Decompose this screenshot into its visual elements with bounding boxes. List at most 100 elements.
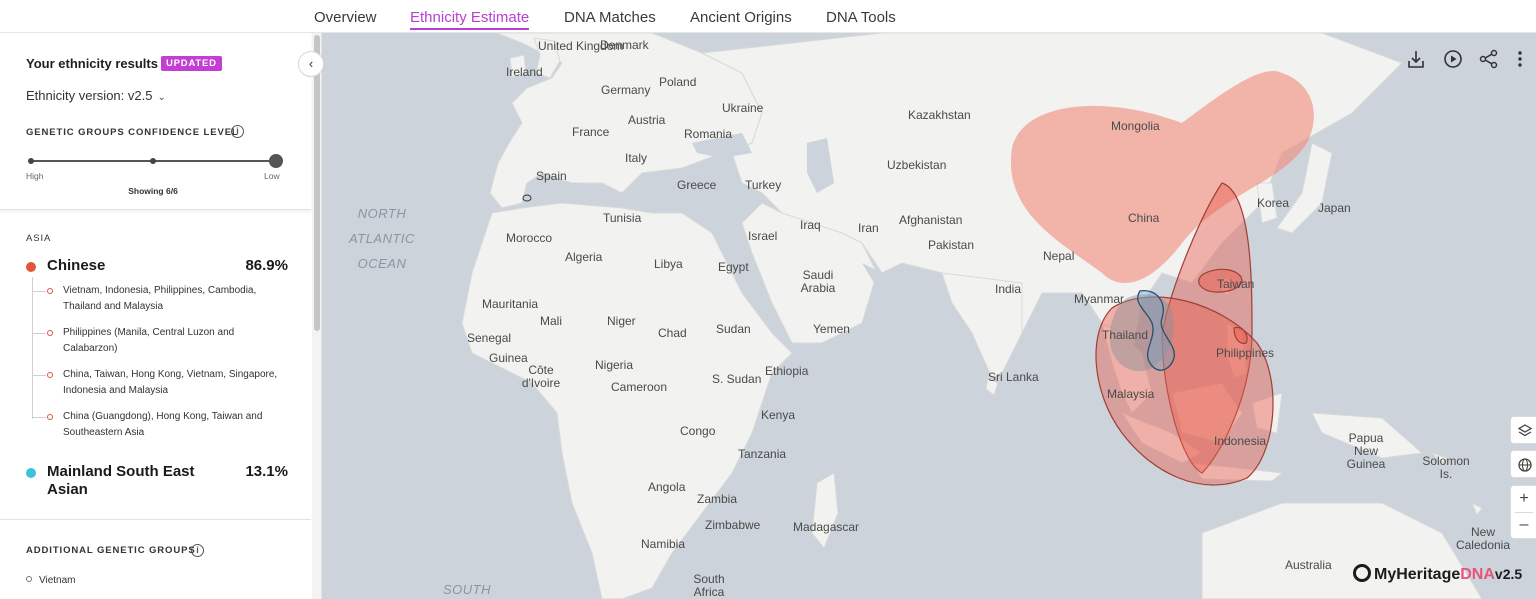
map-label-egypt: Egypt (718, 260, 749, 274)
info-icon[interactable]: i (191, 544, 204, 557)
map-label-philippines: Philippines (1216, 346, 1275, 360)
slider-stop-high[interactable] (28, 158, 34, 164)
map-label-greece: Greece (677, 178, 717, 192)
zoom-in-button[interactable]: + (1511, 486, 1536, 512)
collapse-sidebar-button[interactable]: ‹ (298, 51, 324, 77)
map-label-s-sudan: S. Sudan (712, 372, 762, 386)
subgroup-dot (47, 330, 53, 336)
map-label-ukraine: Ukraine (722, 101, 764, 115)
layers-button[interactable] (1510, 416, 1536, 444)
map-label-new-caledonia: New Caledonia (1455, 525, 1511, 552)
tab-ancient-origins[interactable]: Ancient Origins (690, 9, 792, 26)
map-label-cote-divoire: Côte d'Ivoire (521, 363, 561, 390)
share-button[interactable] (1477, 47, 1501, 71)
map-label-denmark: Denmark (600, 38, 649, 52)
ethnicity-group-chinese[interactable]: Chinese 86.9% (26, 257, 288, 277)
map-label-north-atlantic: NORTH ATLANTIC OCEAN (349, 206, 415, 271)
ethnicity-version-dropdown[interactable]: Ethnicity version: v2.5 ⌄ (26, 88, 166, 103)
map-label-cameroon: Cameroon (611, 380, 668, 394)
updated-badge: UPDATED (161, 56, 222, 71)
confidence-slider-handle[interactable] (269, 154, 283, 168)
confidence-level-title: GENETIC GROUPS CONFIDENCE LEVEL (26, 127, 239, 138)
myheritage-logo-icon (1353, 564, 1371, 582)
group-color-dot (26, 262, 36, 272)
madagascar-landmass (811, 472, 839, 549)
map-label-morocco: Morocco (506, 231, 553, 245)
tab-dna-matches[interactable]: DNA Matches (564, 9, 656, 26)
group-color-dot (26, 468, 36, 478)
tab-overview[interactable]: Overview (314, 9, 377, 26)
subgroup-item[interactable]: Vietnam, Indonesia, Philippines, Cambodi… (33, 283, 288, 317)
layers-icon (1517, 424, 1533, 437)
map-label-guinea: Guinea (489, 351, 528, 365)
map-label-france: France (572, 125, 610, 139)
map-label-china: China (1128, 211, 1160, 225)
subgroup-item[interactable]: Philippines (Manila, Central Luzon and C… (33, 325, 288, 359)
map-label-ethiopia: Ethiopia (765, 364, 809, 378)
globe-icon (1518, 458, 1532, 472)
showing-count: Showing 6/6 (128, 186, 178, 196)
map-label-tanzania: Tanzania (738, 447, 787, 461)
map-label-ireland: Ireland (506, 65, 543, 79)
map-label-israel: Israel (748, 229, 778, 243)
map-label-germany: Germany (601, 83, 651, 97)
group-percent: 13.1% (245, 463, 288, 480)
map-label-taiwan: Taiwan (1217, 277, 1255, 291)
map-label-turkey: Turkey (745, 178, 782, 192)
slider-low-label: Low (264, 171, 280, 181)
map-label-mongolia: Mongolia (1111, 119, 1160, 133)
australia-landmass (1201, 502, 1483, 599)
map-label-iraq: Iraq (800, 218, 821, 232)
map-label-pakistan: Pakistan (928, 238, 975, 252)
map-label-korea: Korea (1257, 196, 1290, 210)
slider-stop-medium[interactable] (150, 158, 156, 164)
info-icon[interactable]: i (231, 125, 244, 138)
map-label-madagascar: Madagascar (793, 520, 860, 534)
group-percent: 86.9% (245, 257, 288, 274)
zoom-controls: + – (1510, 485, 1536, 539)
map-label-uzbekistan: Uzbekistan (887, 158, 947, 172)
map-label-mauritania: Mauritania (482, 297, 539, 311)
top-nav: Overview Ethnicity Estimate DNA Matches … (0, 0, 1536, 33)
map-label-thailand: Thailand (1102, 328, 1149, 342)
zoom-out-button[interactable]: – (1511, 513, 1536, 539)
play-icon (1444, 50, 1462, 68)
map-label-yemen: Yemen (813, 322, 850, 336)
subgroup-dot (47, 288, 53, 294)
sidebar-scrollbar-thumb[interactable] (314, 35, 320, 331)
map-label-austria: Austria (628, 113, 666, 127)
map-label-south-ocean: SOUTH (443, 582, 491, 597)
download-button[interactable] (1404, 47, 1428, 71)
globe-view-button[interactable] (1510, 450, 1536, 478)
chevron-down-icon: ⌄ (157, 92, 166, 103)
map-label-nepal: Nepal (1043, 249, 1075, 263)
more-options-button[interactable] (1512, 47, 1528, 71)
additional-group-label: Vietnam (39, 575, 76, 586)
map-label-indonesia: Indonesia (1214, 434, 1267, 448)
map-label-tunisia: Tunisia (603, 211, 642, 225)
map-label-spain: Spain (536, 169, 567, 183)
results-title: Your ethnicity results (26, 56, 158, 71)
map-label-congo: Congo (680, 424, 716, 438)
tab-ethnicity-estimate[interactable]: Ethnicity Estimate (410, 9, 530, 30)
subgroup-label: Vietnam, Indonesia, Philippines, Cambodi… (63, 285, 257, 312)
map-label-kenya: Kenya (761, 408, 796, 422)
ethnicity-map[interactable]: United Kingdom Ireland Denmark Poland Ge… (322, 33, 1536, 599)
map-label-libya: Libya (654, 257, 683, 271)
subgroup-dot (47, 414, 53, 420)
ethnicity-sidebar: Your ethnicity results UPDATED Ethnicity… (0, 33, 322, 599)
subgroup-item[interactable]: China, Taiwan, Hong Kong, Vietnam, Singa… (33, 367, 288, 401)
download-icon (1408, 51, 1424, 68)
play-animation-button[interactable] (1441, 47, 1465, 71)
map-label-australia: Australia (1285, 558, 1332, 572)
group-name: Mainland South East Asian (47, 463, 195, 498)
ethnicity-group-mainland-south-east-asian[interactable]: Mainland South East Asian 13.1% (26, 463, 288, 501)
subgroup-item[interactable]: China (Guangdong), Hong Kong, Taiwan and… (33, 409, 288, 443)
tab-dna-tools[interactable]: DNA Tools (826, 9, 896, 26)
more-vertical-icon (1518, 51, 1522, 67)
map-label-india: India (995, 282, 1022, 296)
additional-group-item[interactable]: Vietnam (26, 575, 76, 586)
map-label-niger: Niger (607, 314, 636, 328)
map-label-zimbabwe: Zimbabwe (705, 518, 761, 532)
subgroup-label: China (Guangdong), Hong Kong, Taiwan and… (63, 411, 263, 438)
